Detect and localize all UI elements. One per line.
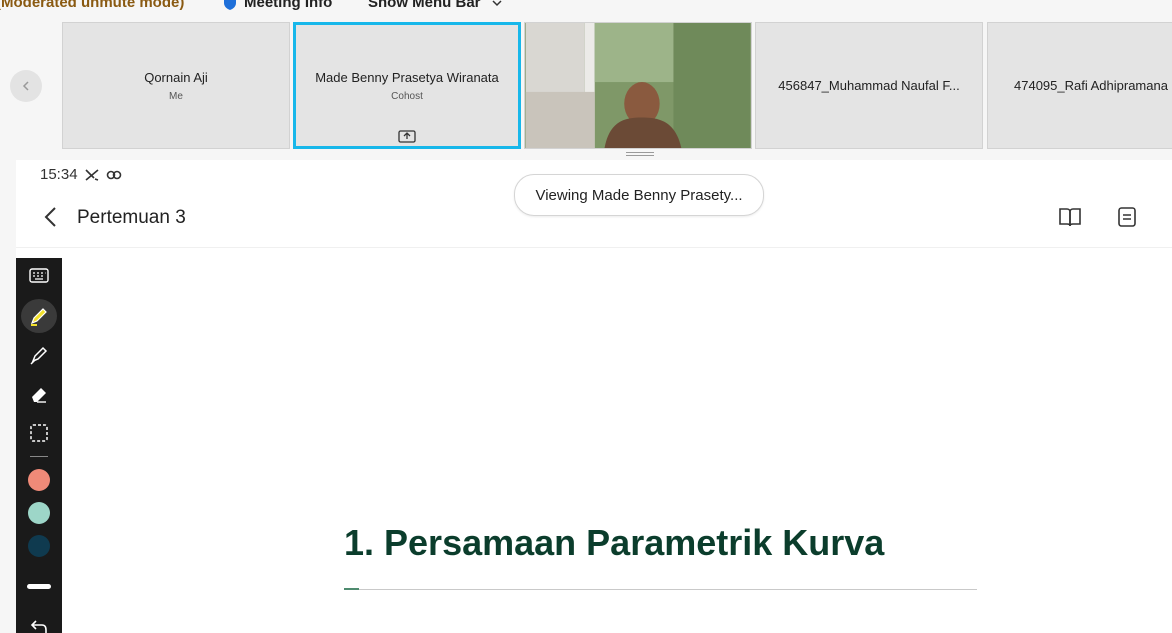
back-arrow-icon[interactable] [42,206,60,228]
marker-icon [30,346,48,365]
participant-role: Me [169,90,183,102]
moderated-unmute-status: (Moderated unmute mode) [0,0,185,11]
participant-name: Qornain Aji [144,69,208,85]
highlighter-icon [30,308,47,326]
eraser-icon [32,388,46,403]
undo-icon [30,620,47,633]
meeting-info-label: Meeting Info [244,0,333,11]
participant-tile-active[interactable]: Made Benny Prasetya Wiranata Cohost [293,22,521,149]
heading-accent-line [344,588,359,590]
shared-screen: 15:34 Viewing Made Benny Prasety... Pert… [16,160,1172,633]
resize-handle[interactable] [626,152,654,157]
slide-heading: 1. Persamaan Parametrik Kurva [344,522,885,563]
highlighter-tool[interactable] [21,299,57,333]
participant-name: Made Benny Prasetya Wiranata [315,69,499,85]
shield-icon [224,0,236,10]
device-status-bar: 15:34 [40,166,122,183]
book-icon[interactable] [1058,206,1082,228]
undo-tool[interactable] [21,610,57,633]
top-bar: (Moderated unmute mode) Meeting Info Sho… [0,0,1172,14]
show-menu-bar-label: Show Menu Bar [368,0,481,11]
heading-underline [344,589,977,590]
eraser-tool[interactable] [21,377,57,411]
color-swatch-mint[interactable] [28,502,50,524]
notes-icon[interactable] [1116,206,1138,228]
screen-share-icon [398,130,416,143]
link-icon [106,170,121,179]
lasso-select-icon [30,424,48,442]
stroke-width-button[interactable] [27,584,51,589]
no-signal-icon [84,168,99,181]
keyboard-icon [29,268,49,283]
previous-participants-button[interactable] [10,70,42,102]
viewing-indicator[interactable]: Viewing Made Benny Prasety... [514,174,764,216]
status-time: 15:34 [40,166,78,183]
show-menu-bar-button[interactable]: Show Menu Bar [368,0,503,11]
participant-video-feed [525,23,751,148]
participant-name: 474095_Rafi Adhipramana [1014,78,1168,93]
color-swatch-coral[interactable] [28,469,50,491]
annotation-toolbar [16,258,62,633]
participant-role: Cohost [391,90,423,102]
participant-video-tile[interactable] [524,22,752,149]
participant-tile[interactable]: 456847_Muhammad Naufal F... [755,22,983,149]
viewing-label: Viewing Made Benny Prasety... [535,186,743,204]
chevron-down-icon [491,0,502,6]
keyboard-tool[interactable] [21,258,57,292]
marker-tool[interactable] [21,338,57,372]
meeting-info-button[interactable]: Meeting Info [222,0,332,11]
participant-tile[interactable]: Qornain Aji Me [62,22,290,149]
document-title: Pertemuan 3 [77,207,186,228]
chevron-left-icon [22,81,29,91]
color-swatch-navy[interactable] [28,535,50,557]
participant-name: 456847_Muhammad Naufal F... [778,78,960,93]
selection-tool[interactable] [21,416,57,450]
toolbar-divider [30,456,48,457]
header-divider [16,247,1172,248]
participant-tile[interactable]: 474095_Rafi Adhipramana [987,22,1172,149]
